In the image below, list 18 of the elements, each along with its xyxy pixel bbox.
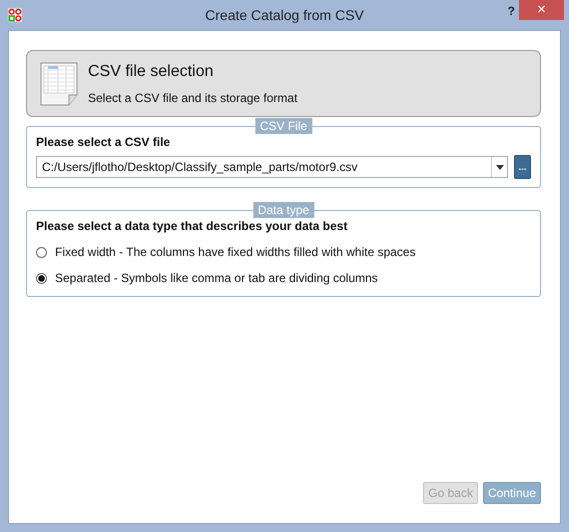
file-path-combo[interactable]: C:/Users/jflotho/Desktop/Classify_sample_parts/motor9.csv [36,156,508,178]
close-button[interactable]: × [519,0,564,20]
radio-option[interactable]: Separated - Symbols like comma or tab are dividing columns [36,265,531,291]
radio-button[interactable] [36,272,47,284]
header-title: CSV file selection [88,62,214,80]
header-subtitle: Select a CSV file and its storage format [88,90,298,104]
help-button[interactable]: ? [502,2,521,20]
group-label: Please select a data type that describes your data best [36,219,348,233]
app-icon [8,8,22,22]
spreadsheet-icon [40,62,80,106]
radio-button[interactable] [36,246,47,258]
group-legend: Data type [252,202,314,218]
window-title: Create Catalog from CSV [205,7,364,23]
radio-option[interactable]: Fixed width - The columns have fixed widths filled with white spaces [36,239,531,265]
group-legend: CSV File [254,118,312,134]
dropdown-arrow-icon [496,164,504,170]
browse-button[interactable]: ... [514,155,531,179]
group-label: Please select a CSV file [36,135,172,149]
